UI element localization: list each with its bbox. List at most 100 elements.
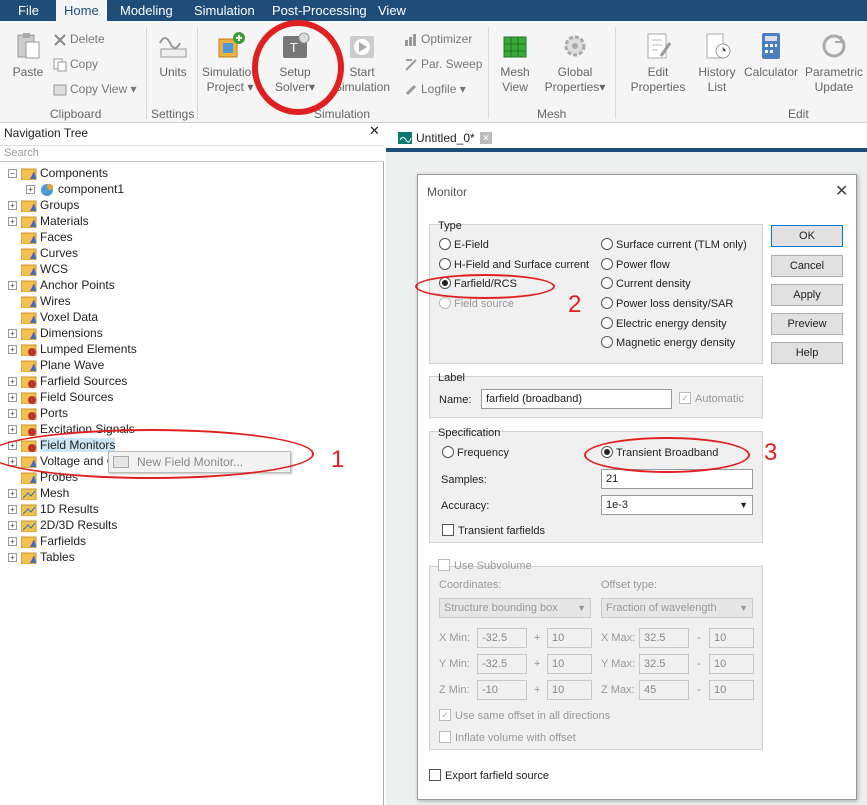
expand-toggle-icon[interactable]: +: [8, 281, 17, 291]
tree-item[interactable]: WCS: [8, 261, 68, 277]
expand-toggle-icon[interactable]: +: [8, 537, 17, 547]
expand-toggle-icon[interactable]: [8, 265, 17, 274]
global-properties-button[interactable]: Global Properties▾: [540, 31, 610, 95]
logfile-button[interactable]: Logfile ▾: [404, 81, 466, 97]
radio-power-loss[interactable]: Power loss density/SAR: [601, 296, 733, 312]
units-button[interactable]: Units: [154, 31, 192, 80]
apply-button[interactable]: Apply: [771, 284, 843, 306]
help-button[interactable]: Help: [771, 342, 843, 364]
menu-post-processing[interactable]: Post-Processing: [264, 0, 375, 21]
tree-item[interactable]: − Components: [8, 165, 108, 181]
xmin-input: -32.5: [477, 628, 527, 648]
checkbox-box: [439, 731, 451, 744]
tree-item[interactable]: + component1: [26, 181, 124, 197]
edit-properties-button[interactable]: Edit Properties: [624, 31, 692, 95]
tree-item[interactable]: + Ports: [8, 405, 68, 421]
folder-icon: [21, 232, 37, 245]
tree-item[interactable]: + Farfields: [8, 533, 86, 549]
expand-toggle-icon[interactable]: +: [8, 425, 17, 435]
tree-item[interactable]: + Tables: [8, 549, 75, 565]
paste-button[interactable]: Paste: [8, 31, 48, 80]
expand-toggle-icon[interactable]: +: [8, 217, 17, 227]
close-icon[interactable]: ✕: [369, 123, 380, 139]
simulation-project-button[interactable]: Simulation Project ▾: [200, 31, 260, 95]
chevron-down-icon: ▼: [577, 603, 586, 613]
tree-item[interactable]: Plane Wave: [8, 357, 104, 373]
radio-h-field[interactable]: H-Field and Surface current: [439, 257, 589, 273]
monitor-dialog: Monitor ✕ Type E-Field H-Field and Surfa…: [415, 174, 857, 800]
tree-item[interactable]: + Dimensions: [8, 325, 103, 341]
parametric-update-button[interactable]: Parametric Update: [803, 31, 865, 95]
tree-item[interactable]: +1D Results: [8, 501, 99, 517]
radio-electric-energy[interactable]: Electric energy density: [601, 316, 727, 332]
expand-toggle-icon[interactable]: +: [8, 329, 17, 339]
radio-frequency[interactable]: Frequency: [442, 445, 509, 461]
radio-surface-current[interactable]: Surface current (TLM only): [601, 237, 747, 253]
dialog-close-icon[interactable]: ✕: [835, 181, 848, 201]
expand-toggle-icon[interactable]: [8, 297, 17, 306]
radio-power-flow[interactable]: Power flow: [601, 257, 670, 273]
expand-toggle-icon[interactable]: +: [26, 185, 35, 195]
expand-toggle-icon[interactable]: [8, 233, 17, 242]
expand-toggle-icon[interactable]: +: [8, 521, 17, 531]
expand-toggle-icon[interactable]: +: [8, 345, 17, 355]
radio-circle: [601, 336, 613, 349]
menu-file[interactable]: File: [10, 0, 47, 21]
expand-toggle-icon[interactable]: +: [8, 505, 17, 515]
tree-item[interactable]: + Farfield Sources: [8, 373, 127, 389]
tree-item[interactable]: Curves: [8, 245, 78, 261]
radio-circle: [601, 277, 613, 290]
expand-toggle-icon[interactable]: +: [8, 489, 17, 499]
expand-toggle-icon[interactable]: +: [8, 201, 17, 211]
transient-farfields-checkbox[interactable]: Transient farfields: [442, 523, 545, 539]
expand-toggle-icon[interactable]: [8, 473, 17, 482]
tab-untitled[interactable]: Untitled_0* ✕: [386, 128, 496, 148]
expand-toggle-icon[interactable]: [8, 249, 17, 258]
calculator-button[interactable]: Calculator: [743, 31, 799, 80]
copy-view-button[interactable]: Copy View ▾: [53, 81, 137, 97]
radio-current-density[interactable]: Current density: [601, 276, 691, 292]
expand-toggle-icon[interactable]: [8, 361, 17, 370]
tree-item[interactable]: Wires: [8, 293, 71, 309]
radio-label: Surface current (TLM only): [616, 239, 747, 251]
cancel-button[interactable]: Cancel: [771, 255, 843, 277]
radio-e-field[interactable]: E-Field: [439, 237, 489, 253]
tree-item[interactable]: + Lumped Elements: [8, 341, 137, 357]
expand-toggle-icon[interactable]: [8, 313, 17, 322]
menu-modeling[interactable]: Modeling: [112, 0, 181, 21]
delete-button[interactable]: Delete: [53, 31, 105, 47]
tree-item[interactable]: +2D/3D Results: [8, 517, 117, 533]
tree-item[interactable]: + Anchor Points: [8, 277, 115, 293]
copy-button[interactable]: Copy: [53, 56, 98, 72]
preview-button[interactable]: Preview: [771, 313, 843, 335]
expand-toggle-icon[interactable]: +: [8, 553, 17, 563]
accuracy-select[interactable]: 1e-3 ▼: [601, 495, 753, 515]
optimizer-button[interactable]: Optimizer: [404, 31, 472, 47]
close-tab-icon[interactable]: ✕: [480, 132, 492, 144]
tree-item[interactable]: + Groups: [8, 197, 79, 213]
history-list-button[interactable]: History List: [694, 31, 740, 95]
tree-item[interactable]: + Mesh: [8, 485, 69, 501]
mesh-view-button[interactable]: Mesh View: [495, 31, 535, 95]
menu-view[interactable]: View: [370, 0, 414, 21]
nav-search-input[interactable]: Search: [0, 145, 384, 162]
expand-toggle-icon[interactable]: −: [8, 169, 17, 179]
radio-magnetic-energy[interactable]: Magnetic energy density: [601, 335, 735, 351]
ok-button[interactable]: OK: [771, 225, 843, 247]
par-sweep-button[interactable]: Par. Sweep: [404, 56, 482, 72]
expand-toggle-icon[interactable]: +: [8, 377, 17, 387]
name-input[interactable]: farfield (broadband): [481, 389, 672, 409]
expand-toggle-icon[interactable]: +: [8, 393, 17, 403]
nav-tree-title: Navigation Tree: [0, 123, 384, 143]
ymin-input: -32.5: [477, 654, 527, 674]
expand-toggle-icon[interactable]: +: [8, 409, 17, 419]
tree-item[interactable]: + Field Sources: [8, 389, 113, 405]
tree-item[interactable]: + Materials: [8, 213, 89, 229]
tree-item[interactable]: Faces: [8, 229, 73, 245]
menu-home[interactable]: Home: [56, 0, 107, 21]
export-farfield-checkbox[interactable]: Export farfield source: [429, 768, 549, 784]
tree-item[interactable]: Voxel Data: [8, 309, 98, 325]
automatic-checkbox: ✓ Automatic: [679, 391, 744, 407]
menu-simulation[interactable]: Simulation: [186, 0, 263, 21]
tree-item-label: component1: [58, 182, 125, 196]
